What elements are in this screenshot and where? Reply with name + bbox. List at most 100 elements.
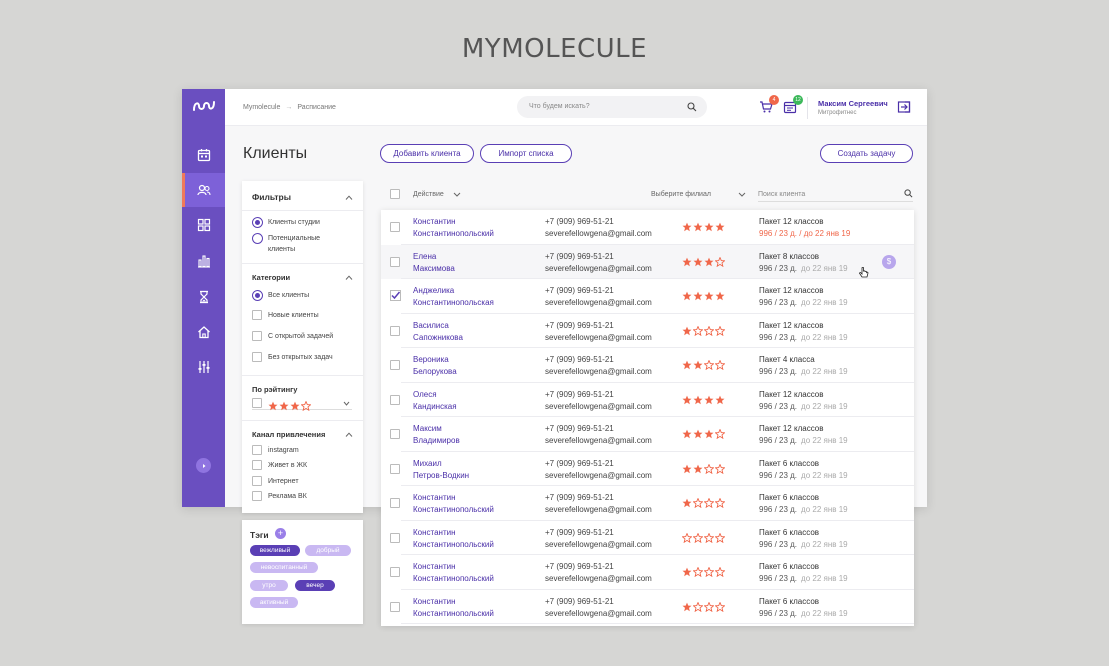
chevron-down-icon[interactable] [738,192,746,197]
tasks-button[interactable]: 12 [783,95,803,114]
row-checkbox[interactable] [390,325,400,336]
sidebar-item-hourglass[interactable] [182,280,225,314]
client-first-name[interactable]: Вероника [413,354,457,366]
radio-selected[interactable] [252,290,263,301]
client-first-name[interactable]: Константин [413,216,494,228]
client-first-name[interactable]: Константин [413,527,494,539]
category-new[interactable]: Новые клиенты [252,310,319,321]
client-first-name[interactable]: Максим [413,423,460,435]
sidebar-item-home[interactable] [182,315,225,349]
client-first-name[interactable]: Елена [413,251,455,263]
tag-chip[interactable]: вежливый [250,545,300,556]
branch-select[interactable]: Выберите филиал [651,191,711,198]
row-checkbox[interactable] [390,256,400,267]
client-name[interactable]: Константин Константинопольский [413,216,494,240]
checkbox[interactable] [252,331,262,341]
channel-option[interactable]: Живет в ЖК [252,460,307,471]
checkbox-checked-icon[interactable] [390,290,401,301]
channel-option[interactable]: Интернет [252,476,299,487]
client-row[interactable]: Константин Константинопольский +7 (909) 96… [381,555,914,590]
client-search-input[interactable]: Поиск клиента [758,187,913,202]
row-checkbox[interactable] [390,222,400,232]
row-checkbox[interactable] [390,601,400,612]
rating-select[interactable] [252,397,352,412]
create-task-button[interactable]: Создать задачу [820,144,913,163]
chevron-up-icon[interactable] [345,432,353,437]
search-input[interactable]: Что будем искать? [517,96,707,118]
breadcrumb-home[interactable]: Mymolecule [243,104,280,111]
client-last-name[interactable]: Владимиров [413,435,460,447]
checkbox[interactable] [252,491,262,501]
chevron-up-icon[interactable] [345,195,353,200]
chevron-up-icon[interactable] [345,275,353,280]
client-name[interactable]: Константин Константинопольский [413,596,494,620]
client-name[interactable]: Олеся Кандинская [413,389,457,413]
client-name[interactable]: Константин Константинопольский [413,527,494,551]
client-last-name[interactable]: Петров-Водкин [413,470,469,482]
client-row[interactable]: Константин Константинопольский +7 (909) 96… [381,590,914,624]
row-checkbox[interactable] [390,532,400,543]
chevron-down-icon[interactable] [453,192,461,197]
category-all[interactable]: Все клиенты [252,290,309,301]
channel-option[interactable]: Реклама ВК [252,491,307,502]
radio[interactable] [252,233,263,244]
client-first-name[interactable]: Олеся [413,389,457,401]
row-checkbox[interactable] [390,429,400,439]
add-client-button[interactable]: Добавить клиента [380,144,474,163]
import-list-button[interactable]: Импорт списка [480,144,572,163]
client-last-name[interactable]: Кандинская [413,401,457,413]
checkbox[interactable] [252,352,262,362]
action-dropdown[interactable]: Действие [413,191,444,198]
client-last-name[interactable]: Константинопольский [413,228,494,240]
client-row[interactable]: Михаил Петров-Водкин +7 (909) 969-51-21 sev… [381,452,914,486]
row-checkbox[interactable] [390,567,400,577]
client-last-name[interactable]: Сапожникова [413,332,463,344]
sidebar-item-settings[interactable] [182,350,225,384]
client-name[interactable]: Вероника Белорукова [413,354,457,378]
client-first-name[interactable]: Константин [413,561,494,573]
sidebar-item-dashboard[interactable] [182,208,225,242]
client-first-name[interactable]: Константин [413,492,494,504]
search-icon[interactable] [904,189,913,198]
client-name[interactable]: Константин Константинопольский [413,561,494,585]
client-row[interactable]: Олеся Кандинская +7 (909) 969-51-21 severef… [381,383,914,417]
logo-icon[interactable] [193,99,215,113]
client-last-name[interactable]: Константинопольский [413,539,494,551]
client-last-name[interactable]: Белорукова [413,366,457,378]
client-name[interactable]: Михаил Петров-Водкин [413,458,469,482]
payment-button[interactable]: $ [882,254,896,269]
checkbox[interactable] [252,460,262,470]
client-name[interactable]: Константин Константинопольский [413,492,494,516]
client-name[interactable]: Василиса Сапожникова [413,320,463,344]
client-row[interactable]: Василиса Сапожникова +7 (909) 969-51-21 sev… [381,314,914,348]
client-name[interactable]: Анджелика Константинопольская [413,285,494,309]
client-name[interactable]: Елена Максимова [413,251,455,275]
search-icon[interactable] [687,102,697,112]
client-row[interactable]: Анджелика Константинопольская +7 (909) 969… [381,279,914,314]
tag-chip[interactable]: вечер [295,580,335,591]
client-first-name[interactable]: Константин [413,596,494,608]
checkbox[interactable] [252,398,262,408]
client-first-name[interactable]: Василиса [413,320,463,332]
row-checkbox[interactable] [390,498,400,508]
sidebar-item-stats[interactable] [182,244,225,278]
client-first-name[interactable]: Анджелика [413,285,494,297]
row-checkbox[interactable] [390,360,400,370]
client-row[interactable]: Константин Константинопольский +7 (909) 96… [381,486,914,521]
cart-button[interactable]: 4 [759,95,779,114]
client-last-name[interactable]: Константинопольский [413,504,494,516]
row-checkbox[interactable] [390,394,400,405]
client-name[interactable]: Максим Владимиров [413,423,460,447]
radio-selected[interactable] [252,217,263,228]
add-tag-button[interactable]: + [275,528,286,539]
client-row[interactable]: Вероника Белорукова +7 (909) 969-51-21 seve… [381,348,914,383]
client-last-name[interactable]: Константинопольская [413,297,494,309]
row-checkbox[interactable] [390,463,400,474]
client-first-name[interactable]: Михаил [413,458,469,470]
tag-chip[interactable]: добрый [305,545,351,556]
channel-option[interactable]: instagram [252,445,299,456]
client-row[interactable]: Константин Константинопольский +7 (909) 96… [381,210,914,245]
client-last-name[interactable]: Константинопольский [413,573,494,585]
user-name[interactable]: Максим Сергеевич [818,99,888,108]
client-row[interactable]: Константин Константинопольский +7 (909) 96… [381,521,914,555]
